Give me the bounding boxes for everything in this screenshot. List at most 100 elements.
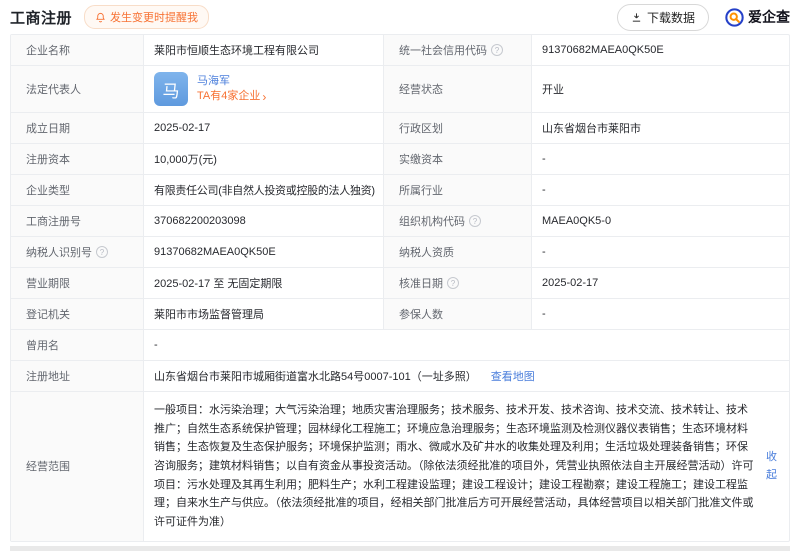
- page-bottom-divider: [10, 545, 790, 551]
- brand-logo[interactable]: 爱企查: [725, 7, 790, 27]
- status-value: 开业: [531, 66, 789, 112]
- label-text: 企业名称: [26, 45, 70, 57]
- table-row: 曾用名 -: [11, 329, 789, 360]
- bell-icon: [95, 12, 106, 23]
- field-label-paid-capital: 实缴资本: [383, 144, 531, 174]
- legal-rep-cell: 马 马海军 TA有4家企业 ›: [143, 66, 383, 112]
- label-text: 参保人数: [399, 309, 443, 321]
- table-row: 注册地址 山东省烟台市莱阳市城厢街道富水北路54号0007-101（一址多照） …: [11, 360, 789, 391]
- download-data-label: 下载数据: [646, 10, 695, 25]
- industry-value: -: [531, 175, 789, 205]
- field-label-credit-code: 统一社会信用代码?: [383, 35, 531, 65]
- business-scope-cell: 一般项目：水污染治理；大气污染治理；地质灾害治理服务；技术服务、技术开发、技术咨…: [143, 392, 789, 541]
- table-row: 法定代表人 马 马海军 TA有4家企业 › 经营状态 开业: [11, 65, 789, 112]
- company-type-value: 有限责任公司(非自然人投资或控股的法人独资): [143, 175, 383, 205]
- label-text: 实缴资本: [399, 154, 443, 166]
- credit-code-value: 91370682MAEA0QK50E: [531, 35, 789, 65]
- label-text: 核准日期: [399, 278, 443, 290]
- label-text: 企业类型: [26, 185, 70, 197]
- section-header: 工商注册 发生变更时提醒我 下载数据 爱企查: [10, 0, 790, 34]
- related-companies-label: TA有4家企业: [197, 90, 261, 102]
- change-reminder-label: 发生变更时提醒我: [110, 12, 199, 24]
- business-registration-panel: 工商注册 发生变更时提醒我 下载数据 爱企查 企业名称 莱阳市恒顺生态环境工程有…: [0, 0, 800, 551]
- label-text: 曾用名: [26, 340, 59, 352]
- legal-rep-info: 马海军 TA有4家企业 ›: [197, 75, 266, 103]
- reg-capital-value: 10,000万(元): [143, 144, 383, 174]
- legal-rep-name-link[interactable]: 马海军: [197, 75, 266, 88]
- label-text: 登记机关: [26, 309, 70, 321]
- help-icon[interactable]: ?: [469, 215, 481, 227]
- table-row: 纳税人识别号? 91370682MAEA0QK50E 纳税人资质 -: [11, 236, 789, 267]
- establish-date-value: 2025-02-17: [143, 113, 383, 143]
- aiqicha-logo-icon: [725, 7, 744, 27]
- table-row: 企业名称 莱阳市恒顺生态环境工程有限公司 统一社会信用代码? 91370682M…: [11, 35, 789, 65]
- label-text: 经营范围: [26, 461, 70, 474]
- field-label-district: 行政区划: [383, 113, 531, 143]
- business-scope-value: 一般项目：水污染治理；大气污染治理；地质灾害治理服务；技术服务、技术开发、技术咨…: [154, 404, 754, 529]
- field-label-taxpayer-id: 纳税人识别号?: [11, 237, 143, 267]
- field-label-industry: 所属行业: [383, 175, 531, 205]
- field-label-reg-number: 工商注册号: [11, 206, 143, 236]
- page-title: 工商注册: [10, 9, 73, 27]
- download-icon: [631, 12, 642, 23]
- approval-date-value: 2025-02-17: [531, 268, 789, 298]
- label-text: 组织机构代码: [399, 216, 465, 228]
- field-label-approval-date: 核准日期?: [383, 268, 531, 298]
- help-icon[interactable]: ?: [96, 246, 108, 258]
- label-text: 经营状态: [399, 84, 443, 96]
- address-cell: 山东省烟台市莱阳市城厢街道富水北路54号0007-101（一址多照） 查看地图: [143, 361, 789, 391]
- field-label-company-name: 企业名称: [11, 35, 143, 65]
- related-companies-link[interactable]: TA有4家企业 ›: [197, 90, 266, 103]
- org-code-value: MAEA0QK5-0: [531, 206, 789, 236]
- business-term-value: 2025-02-17 至 无固定期限: [143, 268, 383, 298]
- label-text: 统一社会信用代码: [399, 45, 487, 57]
- field-label-former-name: 曾用名: [11, 330, 143, 360]
- table-row: 成立日期 2025-02-17 行政区划 山东省烟台市莱阳市: [11, 112, 789, 143]
- reg-authority-value: 莱阳市市场监督管理局: [143, 299, 383, 329]
- reg-number-value: 370682200203098: [143, 206, 383, 236]
- download-data-button[interactable]: 下载数据: [616, 3, 709, 31]
- header-actions: 下载数据 爱企查: [616, 3, 790, 31]
- label-text: 纳税人资质: [399, 247, 454, 259]
- change-reminder-button[interactable]: 发生变更时提醒我: [84, 5, 210, 29]
- label-text: 营业期限: [26, 278, 70, 290]
- label-text: 行政区划: [399, 123, 443, 135]
- company-name-value: 莱阳市恒顺生态环境工程有限公司: [143, 35, 383, 65]
- label-text: 纳税人识别号: [26, 247, 92, 259]
- taxpayer-qualification-value: -: [531, 237, 789, 267]
- field-label-business-scope: 经营范围: [11, 392, 143, 541]
- label-text: 法定代表人: [26, 84, 81, 96]
- view-map-link[interactable]: 查看地图: [491, 368, 535, 384]
- address-value: 山东省烟台市莱阳市城厢街道富水北路54号0007-101（一址多照）: [154, 371, 477, 383]
- collapse-link[interactable]: 收起: [766, 448, 777, 485]
- field-label-org-code: 组织机构代码?: [383, 206, 531, 236]
- table-row: 企业类型 有限责任公司(非自然人投资或控股的法人独资) 所属行业 -: [11, 174, 789, 205]
- label-text: 所属行业: [399, 185, 443, 197]
- help-icon[interactable]: ?: [491, 44, 503, 56]
- field-label-business-term: 营业期限: [11, 268, 143, 298]
- field-label-reg-capital: 注册资本: [11, 144, 143, 174]
- field-label-establish-date: 成立日期: [11, 113, 143, 143]
- district-value: 山东省烟台市莱阳市: [531, 113, 789, 143]
- label-text: 工商注册号: [26, 216, 81, 228]
- label-text: 注册地址: [26, 371, 70, 383]
- field-label-status: 经营状态: [383, 66, 531, 112]
- field-label-company-type: 企业类型: [11, 175, 143, 205]
- legal-rep-avatar[interactable]: 马: [154, 72, 188, 106]
- field-label-address: 注册地址: [11, 361, 143, 391]
- table-row: 登记机关 莱阳市市场监督管理局 参保人数 -: [11, 298, 789, 329]
- former-name-value: -: [143, 330, 789, 360]
- table-row: 经营范围 一般项目：水污染治理；大气污染治理；地质灾害治理服务；技术服务、技术开…: [11, 391, 789, 541]
- label-text: 注册资本: [26, 154, 70, 166]
- table-row: 营业期限 2025-02-17 至 无固定期限 核准日期? 2025-02-17: [11, 267, 789, 298]
- field-label-taxpayer-qualification: 纳税人资质: [383, 237, 531, 267]
- registration-info-table: 企业名称 莱阳市恒顺生态环境工程有限公司 统一社会信用代码? 91370682M…: [10, 34, 790, 542]
- field-label-insured-count: 参保人数: [383, 299, 531, 329]
- brand-name: 爱企查: [748, 9, 790, 25]
- insured-count-value: -: [531, 299, 789, 329]
- label-text: 成立日期: [26, 123, 70, 135]
- table-row: 工商注册号 370682200203098 组织机构代码? MAEA0QK5-0: [11, 205, 789, 236]
- field-label-legal-rep: 法定代表人: [11, 66, 143, 112]
- field-label-reg-authority: 登记机关: [11, 299, 143, 329]
- help-icon[interactable]: ?: [447, 277, 459, 289]
